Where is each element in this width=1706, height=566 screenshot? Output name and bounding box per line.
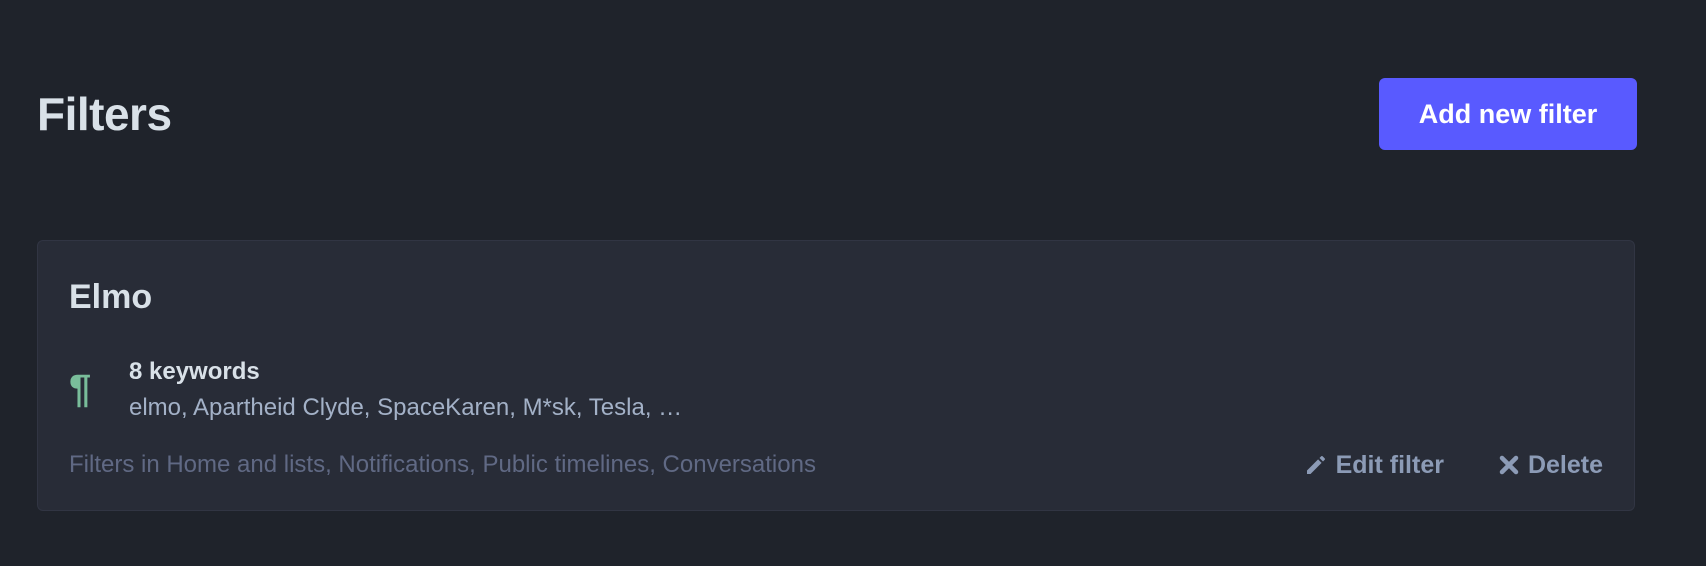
close-icon: [1498, 454, 1520, 476]
edit-filter-link[interactable]: Edit filter: [1304, 450, 1444, 480]
keyword-count: 8 keywords: [129, 358, 260, 385]
add-new-filter-button[interactable]: Add new filter: [1379, 78, 1637, 150]
keyword-summary: ¶ 8 keywords elmo, Apartheid Clyde, Spac…: [69, 357, 1069, 423]
filter-actions: Edit filter Delete: [1304, 447, 1603, 483]
keyword-list: elmo, Apartheid Clyde, SpaceKaren, M*sk,…: [129, 394, 683, 421]
pencil-icon: [1304, 453, 1328, 477]
filter-footer: Filters in Home and lists, Notifications…: [69, 447, 1603, 483]
delete-filter-link[interactable]: Delete: [1498, 450, 1603, 480]
filter-card: Elmo ¶ 8 keywords elmo, Apartheid Clyde,…: [37, 240, 1635, 511]
page-title: Filters: [37, 88, 172, 140]
filter-contexts: Filters in Home and lists, Notifications…: [69, 451, 816, 478]
edit-filter-label: Edit filter: [1335, 451, 1444, 479]
pilcrow-icon: ¶: [69, 367, 92, 411]
page-header: Filters Add new filter: [37, 78, 1637, 150]
delete-filter-label: Delete: [1527, 451, 1603, 479]
filter-title: Elmo: [69, 278, 153, 316]
